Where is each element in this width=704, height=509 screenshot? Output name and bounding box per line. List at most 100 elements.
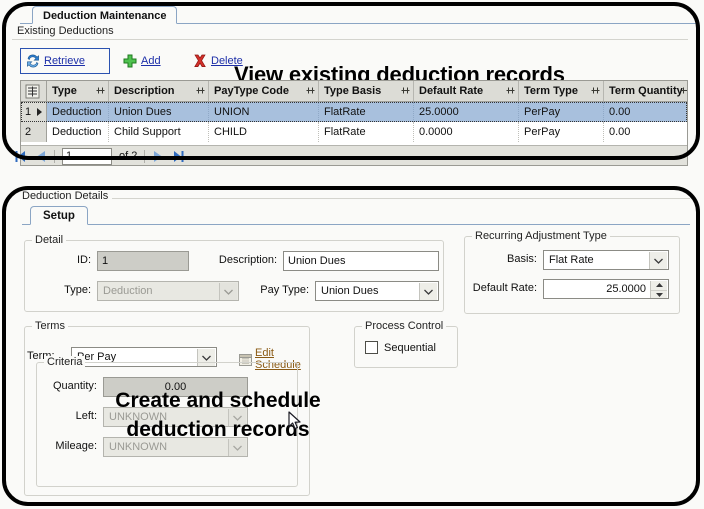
grid-col-paytype-code-label: PayType Code	[214, 85, 289, 97]
detail-legend: Detail	[32, 234, 67, 246]
add-button[interactable]: Add	[118, 48, 176, 74]
page-count-label: of 2	[119, 150, 138, 162]
cell-paytype-code[interactable]: UNION	[209, 102, 319, 122]
existing-deductions-group: Existing Deductions Retrieve Add Delete …	[12, 25, 688, 166]
description-field[interactable]: Union Dues	[283, 251, 439, 271]
cell-description[interactable]: Union Dues	[109, 102, 209, 122]
spinner-down-icon[interactable]	[651, 291, 667, 299]
bottom-banner-line1: Create and schedule	[115, 389, 321, 412]
sequential-label: Sequential	[384, 341, 436, 354]
cell-paytype-code[interactable]: CHILD	[209, 122, 319, 142]
top-tabstrip: Deduction Maintenance	[20, 6, 696, 24]
deduction-details-panel: Deduction Details Setup Detail ID: 1 Des…	[6, 190, 696, 504]
recurring-adjustment-type-group: Recurring Adjustment Type Basis: Flat Ra…	[464, 230, 680, 314]
cell-type[interactable]: Deduction	[47, 122, 109, 142]
grid-col-term-type[interactable]: Term Type	[519, 81, 604, 101]
mouse-cursor	[288, 411, 302, 434]
page-number-input[interactable]: 1	[62, 147, 112, 165]
column-splitter-icon[interactable]	[681, 86, 687, 95]
cell-default-rate[interactable]: 25.0000	[414, 102, 519, 122]
grid-col-paytype-code[interactable]: PayType Code	[209, 81, 319, 101]
first-page-icon[interactable]	[14, 150, 27, 163]
default-rate-value: 25.0000	[606, 283, 646, 295]
bottom-banner-line2: deduction records	[126, 418, 310, 441]
retrieve-button[interactable]: Retrieve	[20, 48, 110, 74]
paytype-combobox-value: Union Dues	[321, 285, 379, 297]
plus-icon	[122, 53, 138, 69]
row-number-cell[interactable]: 1	[21, 102, 47, 122]
grid-col-type-basis-label: Type Basis	[324, 85, 382, 97]
cell-type-basis[interactable]: FlatRate	[319, 122, 414, 142]
cell-default-rate[interactable]: 0.0000	[414, 122, 519, 142]
column-splitter-icon[interactable]	[196, 86, 205, 95]
existing-deductions-legend: Existing Deductions	[14, 25, 117, 37]
sequential-checkbox[interactable]	[365, 341, 378, 354]
id-field: 1	[97, 251, 189, 271]
previous-page-icon[interactable]	[34, 150, 47, 163]
table-row[interactable]: 1 Deduction Union Dues UNION FlatRate 25…	[21, 102, 687, 122]
grid-select-all-cell[interactable]	[21, 81, 47, 101]
grid-col-term-quantity[interactable]: Term Quantity	[604, 81, 687, 101]
group-divider-line	[12, 39, 688, 40]
add-label: Add	[141, 55, 161, 67]
cell-term-quantity[interactable]: 0.00	[604, 122, 687, 142]
cell-term-type[interactable]: PerPay	[519, 122, 604, 142]
terms-legend: Terms	[32, 320, 68, 332]
basis-label: Basis:	[507, 253, 537, 265]
sequential-checkbox-row[interactable]: Sequential	[365, 341, 436, 354]
cell-type[interactable]: Deduction	[47, 102, 109, 122]
chevron-down-icon[interactable]	[649, 252, 667, 269]
cell-term-type[interactable]: PerPay	[519, 102, 604, 122]
basis-combobox[interactable]: Flat Rate	[543, 250, 669, 270]
type-combobox: Deduction	[97, 281, 239, 301]
spinner-up-icon[interactable]	[651, 281, 667, 291]
cell-type-basis[interactable]: FlatRate	[319, 102, 414, 122]
type-combobox-value: Deduction	[103, 285, 153, 297]
column-splitter-icon[interactable]	[591, 86, 600, 95]
tab-deduction-maintenance[interactable]: Deduction Maintenance	[32, 6, 178, 24]
chevron-down-icon	[219, 283, 237, 300]
navigator-separator	[144, 149, 146, 163]
grid-menu-icon	[25, 84, 40, 98]
grid-col-default-rate[interactable]: Default Rate	[414, 81, 519, 101]
spinner-buttons[interactable]	[650, 281, 667, 299]
chevron-down-icon[interactable]	[419, 283, 437, 300]
default-rate-label: Default Rate:	[472, 282, 537, 294]
refresh-icon	[25, 53, 41, 69]
details-divider-line	[106, 198, 690, 199]
criteria-legend: Criteria	[44, 356, 86, 368]
bottom-banner-text: Create and schedule deduction records	[68, 386, 368, 444]
grid-col-default-rate-label: Default Rate	[419, 85, 484, 97]
deduction-details-legend: Deduction Details	[22, 190, 113, 202]
table-row[interactable]: 2 Deduction Child Support CHILD FlatRate…	[21, 122, 687, 142]
default-rate-field[interactable]: 25.0000	[543, 279, 669, 299]
last-page-icon[interactable]	[172, 150, 185, 163]
grid-col-type-label: Type	[52, 85, 77, 97]
cell-term-quantity[interactable]: 0.00	[604, 102, 687, 122]
paytype-combobox[interactable]: Union Dues	[315, 281, 439, 301]
column-splitter-icon[interactable]	[401, 86, 410, 95]
navigator-separator	[54, 149, 55, 163]
recurring-legend: Recurring Adjustment Type	[472, 230, 610, 242]
retrieve-label: Retrieve	[44, 55, 85, 67]
grid-col-type-basis[interactable]: Type Basis	[319, 81, 414, 101]
detail-group: Detail ID: 1 Description: Union Dues Typ…	[24, 234, 444, 312]
setup-tabstrip: Setup	[22, 206, 690, 225]
grid-col-term-quantity-label: Term Quantity	[609, 85, 683, 97]
tab-setup[interactable]: Setup	[30, 206, 88, 225]
grid-header-row: Type Description PayType Code Type Basis…	[21, 81, 687, 102]
cell-description[interactable]: Child Support	[109, 122, 209, 142]
grid-col-description[interactable]: Description	[109, 81, 209, 101]
grid-col-type[interactable]: Type	[47, 81, 109, 101]
process-control-legend: Process Control	[362, 320, 447, 332]
record-navigator: 1 of 2	[14, 146, 214, 166]
grid-col-term-type-label: Term Type	[524, 85, 578, 97]
row-number-cell[interactable]: 2	[21, 122, 47, 142]
process-control-group: Process Control Sequential	[354, 320, 458, 368]
column-splitter-icon[interactable]	[506, 86, 515, 95]
row-number-label: 1	[25, 106, 32, 118]
column-splitter-icon[interactable]	[306, 86, 315, 95]
screenshot-root: Deduction Maintenance Existing Deduction…	[0, 0, 704, 509]
next-page-icon[interactable]	[152, 150, 165, 163]
column-splitter-icon[interactable]	[96, 86, 105, 95]
